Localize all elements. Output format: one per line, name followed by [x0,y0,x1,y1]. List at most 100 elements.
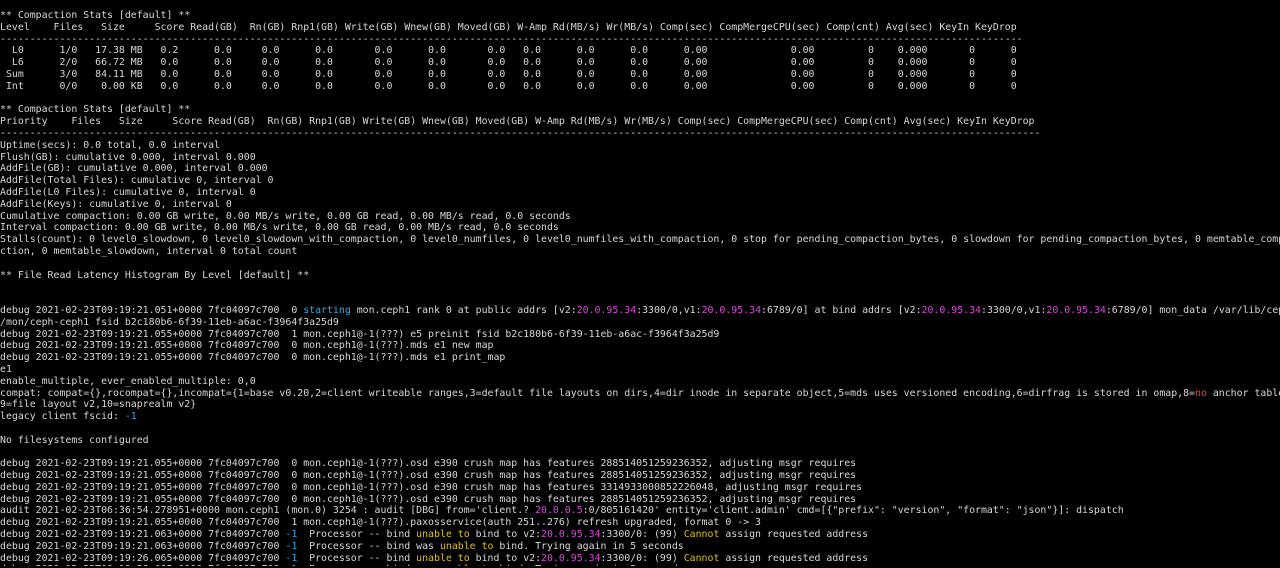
terminal-line: Stalls(count): 0 level0_slowdown, 0 leve… [0,234,1280,246]
highlighted-text: starting [303,304,351,316]
terminal-line: debug 2021-02-23T09:19:21.055+0000 7fc04… [0,329,1280,341]
line-text: ----------------------------------------… [0,127,1041,139]
terminal-line: compat: compat={},rocompat={},incompat={… [0,388,1280,400]
line-text: 9=file layout v2,10=snaprealm v2} [0,399,197,411]
terminal-line: Uptime(secs): 0.0 total, 0.0 interval [0,140,1280,152]
highlighted-text: -1 [285,552,298,564]
terminal-line: debug 2021-02-23T09:19:21.055+0000 7fc04… [0,482,1280,494]
line-text: debug 2021-02-23T09:19:21.055+0000 7fc04… [0,340,494,352]
terminal-line: Interval compaction: 0.00 GB write, 0.00… [0,222,1280,234]
terminal-line: ----------------------------------------… [0,34,1280,46]
terminal-line: debug 2021-02-23T09:19:21.063+0000 7fc04… [0,541,1280,553]
highlighted-text: 20.0.95.34 [701,304,762,316]
terminal-line: No filesystems configured [0,435,1280,447]
line-text: Interval compaction: 0.00 GB write, 0.00… [0,222,559,234]
terminal-line: ----------------------------------------… [0,128,1280,140]
terminal-line: Flush(GB): cumulative 0.000, interval 0.… [0,152,1280,164]
highlighted-text: -1 [124,411,137,423]
line-text: mon.ceph1 rank 0 at public addrs [v2: [350,304,577,316]
highlighted-text: unable to [416,529,470,541]
line-text: bind. Trying again in 5 seconds [493,540,684,552]
line-text: Processor -- bind [297,552,417,564]
highlighted-text: 20.0.95.34 [1046,304,1106,316]
line-text: AddFile(Total Files): cumulative 0, inte… [0,175,274,187]
line-text: debug 2021-02-23T09:19:21.051+0000 7fc04… [0,304,304,316]
line-text: Priority Files Size Score Read(GB) Rn(GB… [0,116,1035,128]
terminal-line: AddFile(GB): cumulative 0.000, interval … [0,163,1280,175]
line-text: assign requested address [719,529,869,541]
line-text: legacy client fscid: [0,411,125,423]
line-text: Processor -- bind was [297,564,440,566]
terminal-line: debug 2021-02-23T09:19:21.055+0000 7fc04… [0,340,1280,352]
line-text: assign requested address [719,552,869,564]
terminal-line: L6 2/0 66.72 MB 0.0 0.0 0.0 0.0 0.0 0.0 … [0,57,1280,69]
line-text: enable_multiple, ever_enabled_multiple: … [0,375,256,387]
line-text: Sum 3/0 84.11 MB 0.0 0.0 0.0 0.0 0.0 0.0… [0,68,1017,80]
line-text: Processor -- bind [297,529,417,541]
terminal-line: AddFile(Keys): cumulative 0, interval 0 [0,199,1280,211]
line-text: audit 2021-02-23T06:36:54.278951+0000 mo… [0,505,536,517]
line-text: Uptime(secs): 0.0 total, 0.0 interval [0,139,220,151]
line-text: :3300/0: (99) [600,552,684,564]
highlighted-text: -1 [285,540,298,552]
line-text: debug 2021-02-23T09:19:21.055+0000 7fc04… [0,470,857,482]
line-text: Int 0/0 0.00 KB 0.0 0.0 0.0 0.0 0.0 0.0 … [0,80,1017,92]
terminal-line: debug 2021-02-23T09:19:26.065+0000 7fc04… [0,553,1280,565]
line-text: :3300/0,v1: [636,304,702,316]
line-text: /mon/ceph-ceph1 fsid b2c180b6-6f39-11eb-… [0,316,339,328]
highlighted-text: unable to [416,552,470,564]
terminal-line: L0 1/0 17.38 MB 0.2 0.0 0.0 0.0 0.0 0.0 … [0,45,1280,57]
terminal-line: Cumulative compaction: 0.00 GB write, 0.… [0,211,1280,223]
line-text: AddFile(L0 Files): cumulative 0, interva… [0,186,256,198]
terminal-line: debug 2021-02-23T09:19:21.051+0000 7fc04… [0,305,1280,317]
highlighted-text: -1 [285,529,298,541]
line-text: debug 2021-02-23T09:19:21.055+0000 7fc04… [0,328,720,340]
terminal-line: AddFile(L0 Files): cumulative 0, interva… [0,187,1280,199]
line-text: ** Compaction Stats [default] ** [0,104,191,116]
line-text: :0/805161420' entity='client.admin' cmd=… [582,505,1124,517]
line-text: debug 2021-02-23T09:19:21.055+0000 7fc04… [0,458,857,470]
line-text: L6 2/0 66.72 MB 0.0 0.0 0.0 0.0 0.0 0.0 … [0,57,1017,69]
line-text: L0 1/0 17.38 MB 0.2 0.0 0.0 0.0 0.0 0.0 … [0,45,1017,57]
terminal-line: debug 2021-02-23T09:19:21.055+0000 7fc04… [0,517,1280,529]
terminal-line: debug 2021-02-23T09:19:21.055+0000 7fc04… [0,352,1280,364]
line-text: ction, 0 memtable_slowdown, interval 0 t… [0,245,298,257]
line-text: :3300/0,v1: [981,304,1047,316]
line-text: anchor table [1206,387,1280,399]
highlighted-text: 20.0.95.34 [921,304,981,316]
line-text: bind. Trying again in 5 seconds [493,564,683,566]
line-text: :6789/0] at bind addrs [v2: [761,304,922,316]
line-text: Flush(GB): cumulative 0.000, interval 0.… [0,151,256,163]
line-text: debug 2021-02-23T09:19:21.063+0000 7fc04… [0,540,286,552]
terminal-line: debug 2021-02-23T09:19:21.063+0000 7fc04… [0,529,1280,541]
highlighted-text: unable to [439,540,494,552]
terminal-line: ction, 0 memtable_slowdown, interval 0 t… [0,246,1280,258]
terminal-line: 9=file layout v2,10=snaprealm v2} [0,399,1280,411]
line-text: ** Compaction Stats [default] ** [0,10,191,21]
highlighted-text: -1 [285,564,297,566]
line-text: debug 2021-02-23T09:19:21.055+0000 7fc04… [0,493,857,505]
line-text: e1 [0,363,12,375]
line-text: Level Files Size Score Read(GB) Rn(GB) R… [0,21,1017,33]
terminal-line: ** Compaction Stats [default] ** [0,104,1280,116]
line-text: debug 2021-02-23T09:19:26.065+0000 7fc04… [0,552,286,564]
line-text: AddFile(GB): cumulative 0.000, interval … [0,163,268,175]
terminal-line: audit 2021-02-23T06:36:54.278951+0000 mo… [0,505,1280,517]
terminal-line: ** Compaction Stats [default] ** [0,10,1280,22]
line-text: debug 2021-02-23T09:19:21.055+0000 7fc04… [0,352,506,364]
highlighted-text: Cannot [683,529,720,541]
highlighted-text: 20.0.95.34 [576,304,637,316]
highlighted-text: 20.0.95.34 [541,529,601,541]
terminal-output[interactable]: ** Compaction Stats [default] ** Level Fi… [0,10,1280,566]
line-text: bind to v2: [469,552,542,564]
terminal-line: Priority Files Size Score Read(GB) Rn(GB… [0,116,1280,128]
line-text: No filesystems configured [0,434,149,446]
line-text: debug 2021-02-23T09:19:21.055+0000 7fc04… [0,517,761,529]
terminal-line: Int 0/0 0.00 KB 0.0 0.0 0.0 0.0 0.0 0.0 … [0,81,1280,93]
line-text: :6789/0] mon_data /var/lib/ceph [1105,304,1280,316]
terminal-line: ** File Read Latency Histogram By Level … [0,270,1280,282]
